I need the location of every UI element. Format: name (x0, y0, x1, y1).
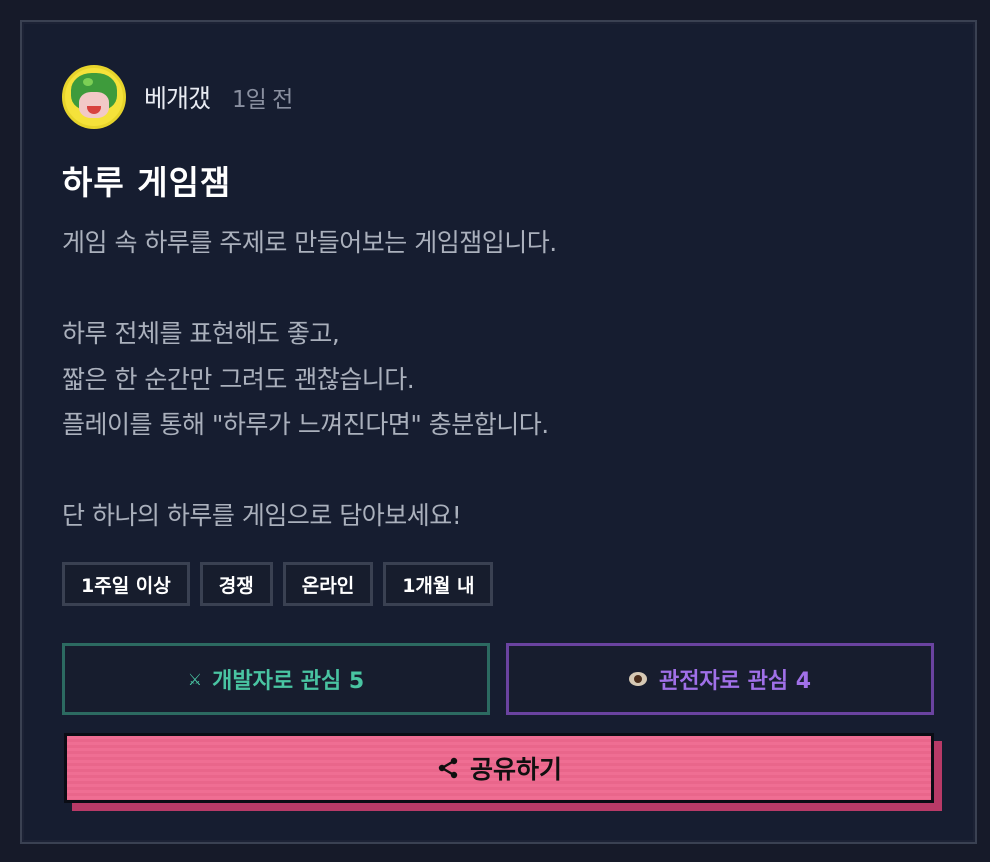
description-line: 게임 속 하루를 주제로 만들어보는 게임잼입니다. (62, 228, 557, 257)
description-line: 하루 전체를 표현해도 좋고, (62, 319, 340, 348)
post-time: 1일 전 (232, 87, 293, 113)
author-row: 베개갰 1일 전 (62, 65, 293, 129)
avatar[interactable] (62, 65, 126, 129)
interest-row: ⚔ 개발자로 관심 5 관전자로 관심 4 (62, 643, 934, 715)
tag-online: 온라인 (282, 562, 374, 606)
eye-icon (628, 672, 647, 686)
description-line: 짧은 한 순간만 그려도 괜찮습니다. (62, 364, 415, 394)
tag-list: 1주일 이상 경쟁 온라인 1개월 내 (62, 562, 494, 606)
developer-interest-label: 개발자로 관심 5 (212, 669, 365, 694)
share-wrapper: 공유하기 (64, 733, 942, 811)
author-name[interactable]: 베개갰 (144, 79, 211, 115)
crossed-swords-icon: ⚔ (187, 669, 203, 689)
developer-interest-button[interactable]: ⚔ 개발자로 관심 5 (62, 643, 490, 715)
post-description: 게임 속 하루를 주제로 만들어보는 게임잼입니다. 하루 전체를 표현해도 좋… (62, 220, 922, 539)
post-title: 하루 게임잼 (62, 163, 232, 202)
jam-card: 베개갰 1일 전 하루 게임잼 게임 속 하루를 주제로 만들어보는 게임잼입니… (20, 20, 977, 844)
share-button[interactable]: 공유하기 (64, 733, 934, 803)
share-label: 공유하기 (469, 755, 562, 784)
description-line (62, 448, 922, 494)
viewer-interest-button[interactable]: 관전자로 관심 4 (506, 643, 934, 715)
viewer-interest-label: 관전자로 관심 4 (658, 669, 812, 694)
share-icon (438, 757, 458, 779)
tag-start: 1개월 내 (383, 562, 494, 606)
description-line (62, 266, 922, 312)
tag-competition: 경쟁 (199, 562, 273, 606)
description-line: 단 하나의 하루를 게임으로 담아보세요! (62, 501, 462, 530)
description-line: 플레이를 통해 "하루가 느껴진다면" 충분합니다. (62, 410, 549, 439)
tag-duration: 1주일 이상 (62, 562, 190, 606)
